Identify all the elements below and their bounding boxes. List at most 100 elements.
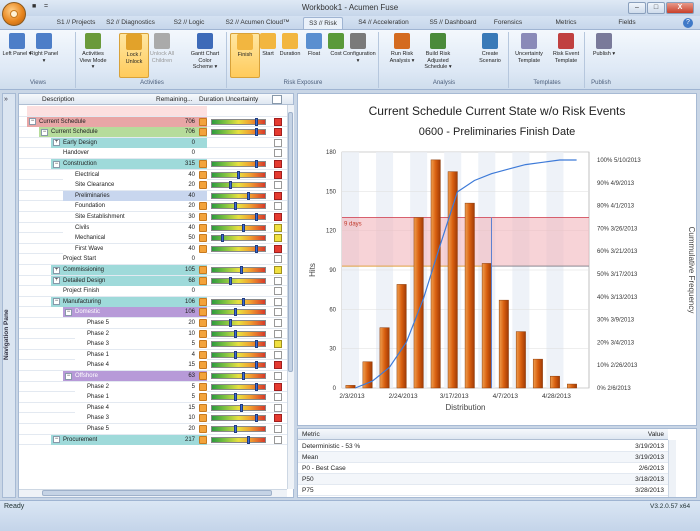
- risk-grid-icon[interactable]: [274, 308, 282, 317]
- risk-grid-icon[interactable]: [274, 213, 282, 221]
- table-row[interactable]: Electrical 40: [19, 169, 287, 181]
- expand-toggle-icon[interactable]: −: [29, 118, 36, 126]
- uncertainty-icon[interactable]: [199, 308, 207, 317]
- table-row[interactable]: Phase 4 15: [19, 360, 287, 371]
- uncertainty-slider-thumb[interactable]: [254, 160, 258, 168]
- uncertainty-slider-thumb[interactable]: [229, 319, 233, 327]
- uncertainty-icon[interactable]: [199, 276, 207, 285]
- app-menu-button[interactable]: [2, 2, 26, 26]
- table-row[interactable]: Foundation 20: [19, 201, 287, 212]
- table-row[interactable]: + Commissioning 105: [19, 265, 287, 276]
- uncertainty-slider-thumb[interactable]: [254, 382, 258, 391]
- risk-grid-icon[interactable]: [274, 117, 282, 126]
- metric-column-header[interactable]: Metric: [302, 429, 320, 440]
- uncertainty-slider-thumb[interactable]: [254, 117, 258, 126]
- uncertainty-icon[interactable]: [199, 213, 207, 221]
- risk-histogram-chart[interactable]: 0 30 60 90 120 150 180 9 days 2/3/2013 2/24/2013 3…: [297, 140, 697, 425]
- value-column-header[interactable]: Value: [648, 429, 664, 440]
- table-row[interactable]: − Procurement 217: [19, 434, 287, 446]
- ribbon-button-3[interactable]: Lock / Unlock: [119, 33, 149, 78]
- tab-2[interactable]: S2 // Logic: [165, 17, 213, 29]
- risk-grid-icon[interactable]: [274, 287, 282, 296]
- uncertainty-icon[interactable]: [199, 329, 207, 338]
- column-header-description[interactable]: Description: [42, 95, 75, 105]
- uncertainty-slider[interactable]: [211, 383, 266, 390]
- risk-grid-icon[interactable]: [274, 266, 282, 274]
- tab-6[interactable]: S5 // Dashboard: [425, 17, 481, 29]
- risk-grid-icon[interactable]: [274, 276, 282, 285]
- uncertainty-slider-thumb[interactable]: [254, 361, 258, 370]
- uncertainty-slider[interactable]: [211, 404, 266, 411]
- table-row[interactable]: Project Start 0: [19, 254, 287, 265]
- tab-7[interactable]: Forensics: [487, 17, 529, 29]
- uncertainty-slider-thumb[interactable]: [229, 276, 233, 285]
- uncertainty-icon[interactable]: [199, 361, 207, 370]
- maximize-button[interactable]: □: [647, 2, 665, 14]
- risk-grid-icon[interactable]: [274, 414, 282, 423]
- uncertainty-slider[interactable]: [211, 415, 266, 422]
- ribbon-button-14[interactable]: Create Scenario: [475, 33, 505, 78]
- uncertainty-slider-thumb[interactable]: [229, 181, 233, 190]
- uncertainty-slider[interactable]: [211, 362, 266, 369]
- uncertainty-slider[interactable]: [211, 298, 266, 305]
- uncertainty-icon[interactable]: [199, 128, 207, 137]
- table-row[interactable]: + Early Design 0: [19, 137, 287, 149]
- uncertainty-slider-thumb[interactable]: [254, 340, 258, 349]
- risk-grid-icon[interactable]: [274, 181, 282, 190]
- expand-toggle-icon[interactable]: +: [53, 277, 60, 285]
- table-row[interactable]: Site Establishment 30: [19, 212, 287, 223]
- table-row[interactable]: First Wave 40: [19, 243, 287, 255]
- table-row[interactable]: Civils 40: [19, 222, 287, 234]
- tab-4[interactable]: S3 // Risk: [303, 17, 343, 29]
- uncertainty-slider-thumb[interactable]: [234, 425, 238, 433]
- table-row[interactable]: Phase 5 20: [19, 424, 287, 435]
- risk-grid-icon[interactable]: [274, 340, 282, 349]
- ribbon-button-5[interactable]: Gantt Chart Color Scheme ▾: [190, 33, 220, 78]
- uncertainty-icon[interactable]: [199, 425, 207, 433]
- metric-row[interactable]: Mean 3/19/2013: [298, 452, 668, 463]
- risk-grid-icon[interactable]: [274, 297, 282, 306]
- uncertainty-slider-thumb[interactable]: [247, 191, 251, 200]
- uncertainty-slider[interactable]: [211, 129, 266, 136]
- table-row[interactable]: Phase 2 5: [19, 381, 287, 393]
- uncertainty-slider-thumb[interactable]: [234, 308, 238, 317]
- ribbon-button-11[interactable]: Configuration ▾: [343, 33, 376, 78]
- ribbon-button-15[interactable]: Uncertainty Template: [514, 33, 544, 78]
- uncertainty-slider[interactable]: [211, 224, 266, 231]
- metric-row[interactable]: P50 3/18/2013: [298, 474, 668, 485]
- risk-grid-icon[interactable]: [274, 435, 282, 444]
- table-row[interactable]: + Detailed Design 68: [19, 275, 287, 287]
- grid-scroll-thumb[interactable]: [288, 112, 293, 372]
- risk-grid-icon[interactable]: [274, 191, 282, 200]
- expand-toggle-icon[interactable]: −: [53, 160, 60, 168]
- table-row[interactable]: Handover 0: [19, 148, 287, 159]
- tab-3[interactable]: S2 // Acumen Cloud™: [220, 17, 295, 29]
- risk-grid-icon[interactable]: [274, 361, 282, 370]
- help-icon[interactable]: ?: [683, 18, 693, 28]
- table-row[interactable]: Phase 2 10: [19, 328, 287, 340]
- expand-toggle-icon[interactable]: −: [65, 372, 72, 380]
- uncertainty-slider[interactable]: [211, 214, 266, 220]
- table-row[interactable]: Preliminaries 40: [19, 190, 287, 202]
- uncertainty-icon[interactable]: [199, 414, 207, 423]
- uncertainty-slider-thumb[interactable]: [242, 372, 246, 380]
- ribbon-button-4[interactable]: Unlock All Children: [147, 33, 177, 78]
- uncertainty-icon[interactable]: [199, 117, 207, 126]
- uncertainty-slider[interactable]: [211, 118, 266, 125]
- risk-grid-icon[interactable]: [274, 382, 282, 391]
- table-row[interactable]: − Current Schedule 706: [19, 127, 287, 138]
- uncertainty-slider[interactable]: [211, 426, 266, 432]
- risk-grid-icon[interactable]: [274, 149, 282, 158]
- tab-8[interactable]: Metrics: [546, 17, 586, 29]
- risk-grid-icon[interactable]: [274, 202, 282, 211]
- tab-9[interactable]: Fields: [607, 17, 647, 29]
- uncertainty-icon[interactable]: [199, 223, 207, 232]
- uncertainty-slider-thumb[interactable]: [254, 213, 258, 221]
- uncertainty-icon[interactable]: [199, 435, 207, 444]
- uncertainty-slider[interactable]: [211, 245, 266, 252]
- expand-toggle-icon[interactable]: −: [41, 128, 48, 136]
- ribbon-button-2[interactable]: Activities View Mode ▾: [78, 33, 108, 78]
- nav-expand-icon[interactable]: »: [4, 96, 8, 103]
- ribbon-button-16[interactable]: Risk Event Template: [551, 33, 581, 78]
- uncertainty-slider-thumb[interactable]: [254, 414, 258, 423]
